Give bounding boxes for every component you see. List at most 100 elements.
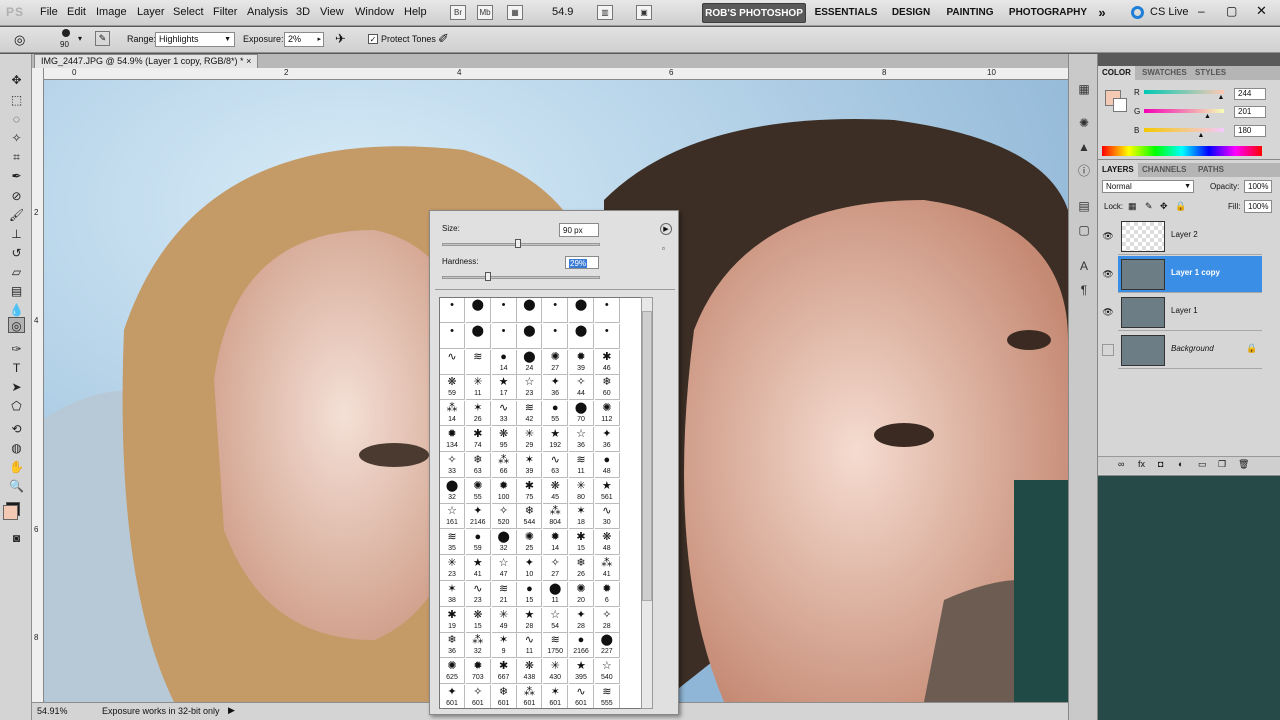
brush-preset[interactable]: ● 15	[517, 581, 543, 607]
menu-filter[interactable]: Filter	[213, 6, 237, 18]
b-slider[interactable]	[1144, 128, 1224, 132]
brush-preset[interactable]: ✧ 27	[543, 556, 569, 581]
lock-image-icon[interactable]: ✎	[1145, 201, 1153, 212]
brush-preset[interactable]: ✦ 601	[440, 685, 465, 708]
adjustment-layer-icon[interactable]: ◐	[1178, 459, 1183, 469]
r-slider-thumb[interactable]: ▲	[1218, 94, 1225, 101]
quick-selection-tool-icon[interactable]: ✧	[8, 130, 25, 146]
type-tool-icon[interactable]: T	[8, 360, 25, 376]
preset-scrollbar-thumb[interactable]	[642, 311, 652, 601]
history-brush-tool-icon[interactable]: ↺	[8, 245, 25, 261]
brush-preset[interactable]: ✹ 14	[543, 530, 569, 556]
close-tab-icon[interactable]: ×	[246, 56, 251, 66]
size-slider-thumb[interactable]	[514, 239, 521, 248]
brush-preset[interactable]: ✺ 20	[569, 581, 594, 607]
status-zoom[interactable]: 54.91%	[37, 706, 68, 716]
brush-preset[interactable]: ✹ 703	[465, 659, 491, 685]
opacity-input[interactable]: 100%	[1244, 180, 1272, 193]
brush-preset[interactable]: ❋ 438	[517, 659, 543, 685]
new-layer-icon[interactable]: ❐	[1218, 459, 1226, 470]
brush-preset[interactable]: ≋ 42	[517, 401, 543, 427]
cs-live-label[interactable]: CS Live	[1150, 6, 1189, 18]
brush-preset[interactable]: ∿ 11	[517, 633, 543, 659]
brush-preset[interactable]: ⁂ 41	[594, 556, 620, 581]
brush-preset[interactable]: ⁂ 66	[491, 452, 517, 478]
brush-preset[interactable]: ❄ 60	[594, 375, 620, 401]
layer-visibility-eye-icon[interactable]: 👁	[1102, 306, 1114, 318]
brush-preset[interactable]: ★ 561	[594, 478, 620, 504]
layer-visibility-eye-icon[interactable]: 👁	[1102, 230, 1114, 242]
navigator-panel-icon[interactable]: ✺	[1075, 114, 1093, 132]
b-slider-thumb[interactable]: ▲	[1197, 132, 1204, 139]
airbrush-icon[interactable]: ✈	[335, 31, 346, 47]
bridge-icon[interactable]: Br	[450, 5, 466, 20]
lock-transparent-icon[interactable]: ▦	[1128, 201, 1137, 212]
path-selection-tool-icon[interactable]: ➤	[8, 379, 25, 395]
cs-live-icon[interactable]	[1131, 6, 1144, 19]
size-input[interactable]: 90 px	[559, 223, 599, 237]
layer-row[interactable]: Background 🔒	[1118, 332, 1262, 369]
brush-preset[interactable]: ≋ 11	[569, 452, 594, 478]
brush-preset[interactable]: ✶ 26	[465, 401, 491, 427]
menu-image[interactable]: Image	[96, 6, 127, 18]
color-spectrum-bar[interactable]	[1102, 146, 1262, 156]
brush-preset[interactable]: ✱ 15	[569, 530, 594, 556]
brush-preset[interactable]: ☆ 23	[517, 375, 543, 401]
blend-mode-select[interactable]: Normal ▼	[1102, 180, 1194, 193]
hand-tool-icon[interactable]: ✋	[8, 459, 25, 475]
clone-stamp-tool-icon[interactable]: ⊥	[8, 226, 25, 242]
brush-preset[interactable]: ⁂ 601	[517, 685, 543, 708]
zoom-level[interactable]: 54.9	[552, 6, 573, 18]
brush-preset[interactable]: ✺ 112	[594, 401, 620, 427]
layer-mask-icon[interactable]: ◘	[1158, 459, 1163, 469]
g-input[interactable]: 201	[1234, 106, 1266, 118]
brush-preset[interactable]: ∿ 33	[491, 401, 517, 427]
menu-edit[interactable]: Edit	[67, 6, 86, 18]
brush-preset[interactable]: ⬤	[465, 298, 491, 323]
foreground-color-swatch[interactable]	[3, 505, 18, 520]
hardness-input[interactable]: 29%	[565, 256, 599, 269]
link-layers-icon[interactable]: ∞	[1118, 459, 1124, 469]
brush-panel-toggle-icon[interactable]: ✎	[95, 31, 110, 46]
maximize-icon[interactable]: ▢	[1226, 4, 1237, 18]
brush-preset[interactable]: ✳ 430	[543, 659, 569, 685]
brush-preset[interactable]: ⁂ 14	[440, 401, 465, 427]
brush-preset[interactable]: ⬤ 227	[594, 633, 620, 659]
exposure-input[interactable]: 2% ▸	[284, 32, 324, 47]
more-workspaces-chevron-icon[interactable]: »	[1094, 3, 1110, 23]
brush-preset[interactable]: ✹ 6	[594, 581, 620, 607]
brush-preset[interactable]: ≋ 35	[440, 530, 465, 556]
workspace-painting[interactable]: PAINTING	[942, 3, 998, 23]
brush-preset[interactable]: ● 55	[543, 401, 569, 427]
delete-layer-icon[interactable]: 🗑	[1238, 459, 1249, 470]
brush-preset[interactable]: ⬤ 11	[543, 581, 569, 607]
brush-preset[interactable]: ✦ 36	[543, 375, 569, 401]
brush-preset[interactable]: •	[594, 298, 620, 323]
brush-preset[interactable]: ⬤ 70	[569, 401, 594, 427]
brush-preset[interactable]: ❄ 63	[465, 452, 491, 478]
g-slider[interactable]	[1144, 109, 1224, 113]
brush-preset[interactable]: ≋ 1750	[543, 633, 569, 659]
brush-preset[interactable]: ✶ 9	[491, 633, 517, 659]
brush-preset[interactable]: ⬤	[517, 298, 543, 323]
brush-preset[interactable]: ● 48	[594, 452, 620, 478]
eraser-tool-icon[interactable]: ▱	[8, 264, 25, 280]
blur-tool-icon[interactable]: 💧	[8, 302, 25, 318]
brush-preset[interactable]: ✳ 49	[491, 607, 517, 633]
healing-brush-tool-icon[interactable]: ⊘	[8, 188, 25, 204]
brush-preset[interactable]: ✧ 44	[569, 375, 594, 401]
brush-preset[interactable]: ≋ 555	[595, 685, 620, 708]
gradient-tool-icon[interactable]: ▤	[8, 283, 25, 299]
brush-preset[interactable]: ✧ 601	[466, 685, 491, 708]
tablet-pressure-icon[interactable]: ✐	[438, 31, 449, 47]
brush-preset[interactable]: ☆ 161	[440, 504, 465, 530]
brush-preset[interactable]: ✱ 46	[594, 349, 620, 375]
marquee-tool-icon[interactable]: ⬚	[8, 92, 25, 108]
info-panel-icon[interactable]: ⓘ	[1075, 162, 1093, 180]
dodge-tool-preset-icon[interactable]: ◎	[14, 32, 25, 48]
menu-analysis[interactable]: Analysis	[247, 6, 288, 18]
menu-select[interactable]: Select	[173, 6, 204, 18]
brush-preset[interactable]: ⬤ 32	[491, 530, 517, 556]
brush-preset[interactable]: ✦ 10	[517, 556, 543, 581]
brush-preset[interactable]: ≋	[465, 349, 491, 375]
